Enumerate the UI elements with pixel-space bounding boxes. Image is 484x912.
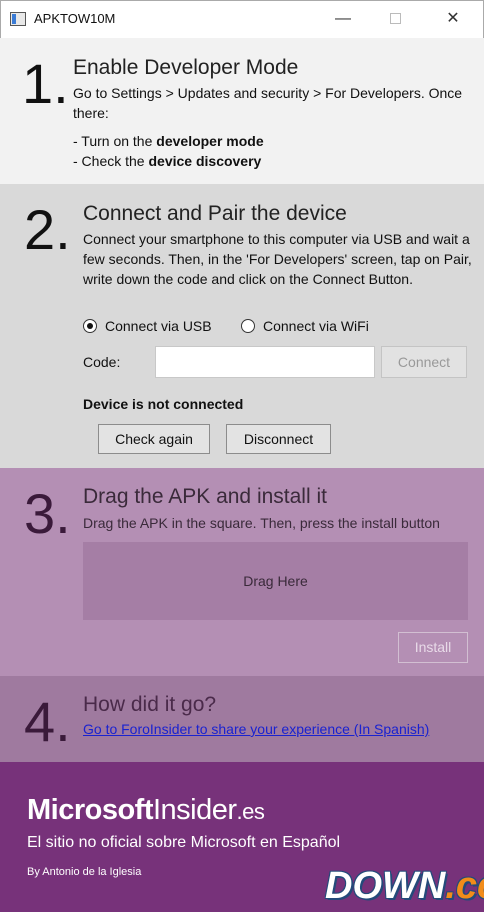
- radio-label: Connect via WiFi: [263, 318, 369, 334]
- maximize-button[interactable]: [375, 6, 415, 32]
- title-bar: APKTOW10M — ✕: [0, 0, 484, 38]
- window-title: APKTOW10M: [34, 11, 116, 26]
- feedback-link[interactable]: Go to ForoInsider to share your experien…: [83, 721, 429, 737]
- install-button[interactable]: Install: [398, 632, 468, 663]
- radio-unselected-icon: [241, 319, 255, 333]
- step-number: 2.: [24, 198, 71, 261]
- brand-part: Microsoft: [27, 794, 154, 826]
- instruction-prefix: - Turn on the: [73, 133, 157, 149]
- close-button[interactable]: ✕: [433, 6, 473, 32]
- minimize-button[interactable]: —: [323, 6, 363, 32]
- step-instructions: Go to Settings > Updates and security > …: [73, 85, 463, 121]
- watermark-main: DOWN: [325, 865, 446, 907]
- brand-tagline: El sitio no oficial sobre Microsoft en E…: [27, 834, 341, 851]
- step-instructions: Drag the APK in the square. Then, press …: [83, 515, 440, 531]
- step-1-section: 1. Enable Developer Mode Go to Settings …: [0, 38, 484, 184]
- brand-part: .es: [236, 799, 265, 824]
- watermark-suffix: .cc: [445, 865, 484, 907]
- step-title: Connect and Pair the device: [83, 202, 347, 225]
- instruction-prefix: - Check the: [73, 153, 149, 169]
- instruction-emphasis: developer mode: [156, 133, 264, 149]
- brand-logo[interactable]: MicrosoftInsider.es: [27, 794, 265, 827]
- radio-connect-wifi[interactable]: Connect via WiFi: [241, 318, 369, 334]
- instruction-item: - Check the device discovery: [73, 153, 261, 169]
- instruction-item: - Turn on the developer mode: [73, 133, 264, 149]
- watermark-text: DOWN.cc: [325, 864, 484, 908]
- apk-drop-zone[interactable]: Drag Here: [83, 542, 468, 620]
- author-byline: By Antonio de la Iglesia: [27, 866, 142, 878]
- instruction-emphasis: device discovery: [148, 153, 262, 169]
- step-title: Drag the APK and install it: [83, 485, 327, 508]
- brand-part: Insider: [153, 794, 237, 826]
- disconnect-button[interactable]: Disconnect: [226, 424, 331, 454]
- code-input[interactable]: [155, 346, 375, 378]
- step-3-section: 3. Drag the APK and install it Drag the …: [0, 468, 484, 676]
- step-number: 4.: [24, 690, 71, 753]
- step-number: 1.: [22, 52, 69, 115]
- watermark-logo: DOWN.cc: [325, 864, 484, 908]
- check-again-button[interactable]: Check again: [98, 424, 210, 454]
- step-title: Enable Developer Mode: [73, 56, 299, 79]
- step-instructions: Connect your smartphone to this computer…: [83, 231, 472, 287]
- radio-label: Connect via USB: [105, 318, 212, 334]
- footer-banner: MicrosoftInsider.es El sitio no oficial …: [0, 762, 484, 912]
- maximize-icon: [389, 13, 401, 24]
- step-title: How did it go?: [83, 693, 217, 716]
- step-number: 3.: [24, 482, 71, 545]
- connect-button[interactable]: Connect: [381, 346, 467, 378]
- step-4-section: 4. How did it go? Go to ForoInsider to s…: [0, 676, 484, 762]
- app-icon: [10, 12, 26, 26]
- step-2-section: 2. Connect and Pair the device Connect y…: [0, 184, 484, 468]
- code-label: Code:: [83, 354, 121, 370]
- radio-selected-icon: [83, 319, 97, 333]
- radio-connect-usb[interactable]: Connect via USB: [83, 318, 212, 334]
- connection-status: Device is not connected: [83, 396, 244, 412]
